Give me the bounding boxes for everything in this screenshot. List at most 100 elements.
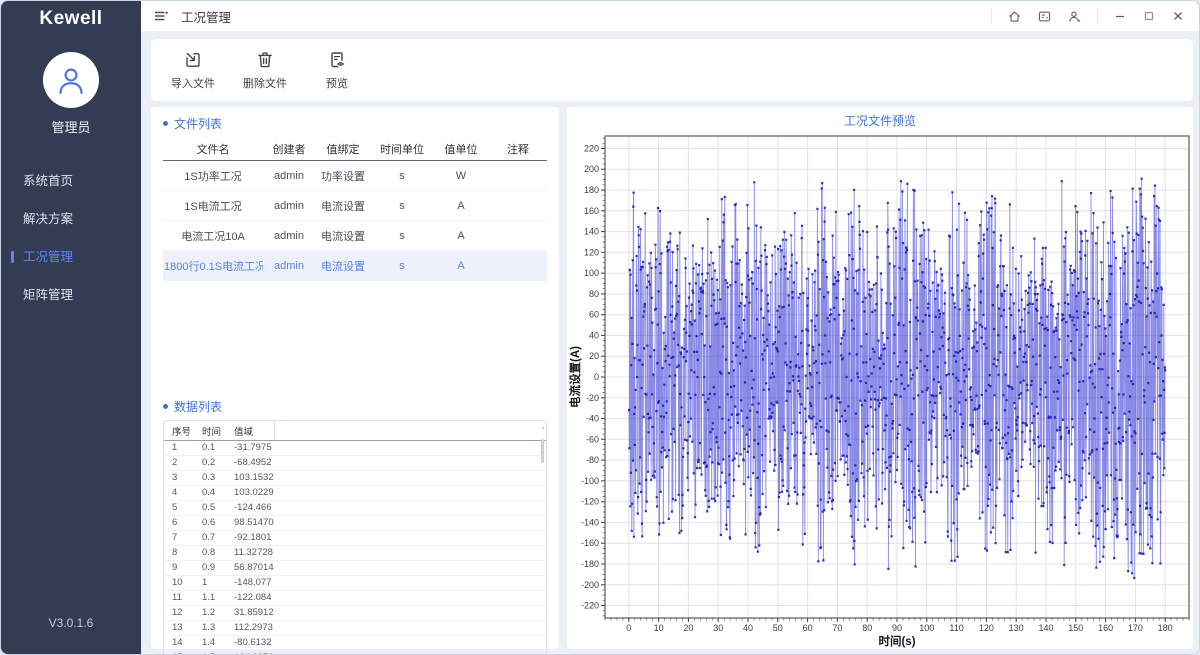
file-cell-binding: 功率设置 (315, 161, 371, 191)
data-cell: 31.85912 (226, 606, 274, 621)
svg-text:80: 80 (862, 623, 872, 633)
data-cell: 15 (164, 651, 194, 655)
file-cell-binding: 电流设置 (315, 251, 371, 281)
data-cell: 4 (164, 486, 194, 501)
svg-text:110: 110 (949, 623, 963, 633)
file-list-table: 文件名创建者值绑定时间单位值单位注释 1S功率工况admin功率设置sW1S电流… (163, 137, 547, 281)
file-cell-name: 1800行0.1S电流工况 (163, 251, 263, 281)
sidebar-item-condition[interactable]: 工况管理 (1, 238, 141, 276)
data-row[interactable]: 90.956.87014 (164, 561, 546, 576)
data-row[interactable]: 40.4103.0229 (164, 486, 546, 501)
file-cell-time_unit: s (371, 191, 433, 221)
file-cell-binding: 电流设置 (315, 191, 371, 221)
file-cell-time_unit: s (371, 161, 433, 191)
file-row[interactable]: 1800行0.1S电流工况admin电流设置sA (163, 251, 547, 281)
data-cell: 0.1 (194, 441, 226, 456)
column-header: 注释 (489, 137, 547, 161)
data-cell: 0.4 (194, 486, 226, 501)
display-icon (1037, 9, 1052, 24)
data-cell: 0.6 (194, 516, 226, 531)
svg-text:120: 120 (979, 623, 994, 633)
svg-text:20: 20 (589, 351, 599, 361)
svg-text:170: 170 (1128, 623, 1143, 633)
column-header: 时间单位 (371, 137, 433, 161)
data-cell: -31.7975 (226, 441, 274, 456)
sidebar-item-home[interactable]: 系统首页 (1, 162, 141, 200)
file-cell-name: 电流工况10A (163, 221, 263, 251)
file-row[interactable]: 电流工况10Aadmin电流设置sA (163, 221, 547, 251)
data-row[interactable]: 50.5-124.466 (164, 501, 546, 516)
svg-text:-160: -160 (581, 538, 599, 548)
user-icon (1067, 9, 1082, 24)
delete-file-button[interactable]: 删除文件 (241, 49, 289, 91)
data-list-card: 序号时间值域 10.1-31.797520.2-68.495230.3103.1… (163, 420, 547, 655)
data-cell: -80.6132 (226, 636, 274, 651)
svg-text:30: 30 (713, 623, 723, 633)
data-cell: -122.084 (226, 591, 274, 606)
data-row[interactable]: 111.1-122.084 (164, 591, 546, 606)
data-row[interactable]: 10.1-31.7975 (164, 441, 546, 456)
file-row[interactable]: 1S电流工况admin电流设置sA (163, 191, 547, 221)
svg-text:60: 60 (803, 623, 813, 633)
column-header: 值域 (226, 421, 274, 441)
file-row[interactable]: 1S功率工况admin功率设置sW (163, 161, 547, 191)
svg-text:60: 60 (589, 310, 599, 320)
preview-button[interactable]: 预览 (313, 49, 361, 91)
column-header: 序号 (164, 421, 194, 441)
data-cell: 103.1532 (226, 471, 274, 486)
sidebar-item-matrix[interactable]: 矩阵管理 (1, 276, 141, 314)
data-row[interactable]: 151.5164.0370 (164, 651, 546, 655)
file-cell-time_unit: s (371, 221, 433, 251)
divider (991, 9, 992, 23)
user-role: 管理员 (1, 117, 141, 136)
sidebar-item-solution[interactable]: 解决方案 (1, 200, 141, 238)
data-cell: 12 (164, 606, 194, 621)
svg-text:160: 160 (1098, 623, 1113, 633)
file-cell-value_unit: A (433, 251, 489, 281)
close-button[interactable] (1171, 9, 1185, 23)
user-button[interactable] (1067, 9, 1082, 24)
data-row[interactable]: 141.4-80.6132 (164, 636, 546, 651)
data-cell: 10 (164, 576, 194, 591)
data-cell: 1 (194, 576, 226, 591)
sidebar-item-label: 工况管理 (23, 250, 73, 264)
import-file-button[interactable]: 导入文件 (169, 49, 217, 91)
maximize-button[interactable] (1142, 9, 1156, 23)
svg-text:-100: -100 (581, 476, 599, 486)
home-button[interactable] (1007, 9, 1022, 24)
data-row[interactable]: 101-148.077 (164, 576, 546, 591)
collapse-menu-icon[interactable] (153, 8, 169, 24)
topbar: 工况管理 (141, 1, 1199, 32)
display-button[interactable] (1037, 9, 1052, 24)
data-cell: 11.32728 (226, 546, 274, 561)
data-cell: -148.077 (226, 576, 274, 591)
data-row[interactable]: 80.811.32728 (164, 546, 546, 561)
file-cell-creator: admin (263, 191, 315, 221)
data-cell: 1 (164, 441, 194, 456)
data-cell: 14 (164, 636, 194, 651)
data-row[interactable]: 121.231.85912 (164, 606, 546, 621)
file-cell-binding: 电流设置 (315, 221, 371, 251)
file-cell-note (489, 191, 547, 221)
topbar-actions (991, 9, 1199, 24)
data-cell: 7 (164, 531, 194, 546)
scrollbar-thumb[interactable] (541, 439, 544, 463)
file-cell-time_unit: s (371, 251, 433, 281)
column-header: 值绑定 (315, 137, 371, 161)
data-cell: 0.5 (194, 501, 226, 516)
data-row[interactable]: 20.2-68.4952 (164, 456, 546, 471)
file-cell-name: 1S功率工况 (163, 161, 263, 191)
svg-text:200: 200 (584, 164, 599, 174)
data-cell: 112.2973 (226, 621, 274, 636)
data-row[interactable]: 60.698.51470 (164, 516, 546, 531)
data-row[interactable]: 30.3103.1532 (164, 471, 546, 486)
data-row[interactable]: 70.7-92.1801 (164, 531, 546, 546)
svg-text:160: 160 (584, 206, 599, 216)
minimize-button[interactable] (1113, 9, 1127, 23)
active-indicator (11, 251, 14, 263)
data-cell: 1.5 (194, 651, 226, 655)
column-header: 时间 (194, 421, 226, 441)
svg-text:-140: -140 (581, 517, 599, 527)
app-version: V3.0.1.6 (1, 616, 141, 630)
data-row[interactable]: 131.3112.2973 (164, 621, 546, 636)
